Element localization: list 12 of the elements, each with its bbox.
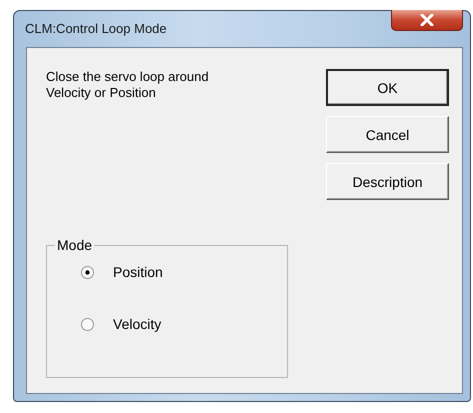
dialog-button[interactable]: OK	[326, 69, 449, 106]
close-button[interactable]	[391, 10, 463, 31]
radio-button[interactable]	[81, 266, 94, 278]
dialog-button[interactable]: Description	[326, 163, 449, 200]
radio-label[interactable]: Position	[113, 264, 163, 280]
dialog-button[interactable]: Cancel	[326, 116, 449, 153]
window-title: CLM:Control Loop Mode	[25, 21, 167, 36]
group-label: Mode	[55, 237, 94, 253]
radio-label[interactable]: Velocity	[113, 316, 162, 332]
instruction-text: Close the servo loop around Velocity or Position	[46, 69, 210, 101]
close-icon	[420, 14, 434, 26]
radio-button[interactable]	[81, 318, 94, 330]
